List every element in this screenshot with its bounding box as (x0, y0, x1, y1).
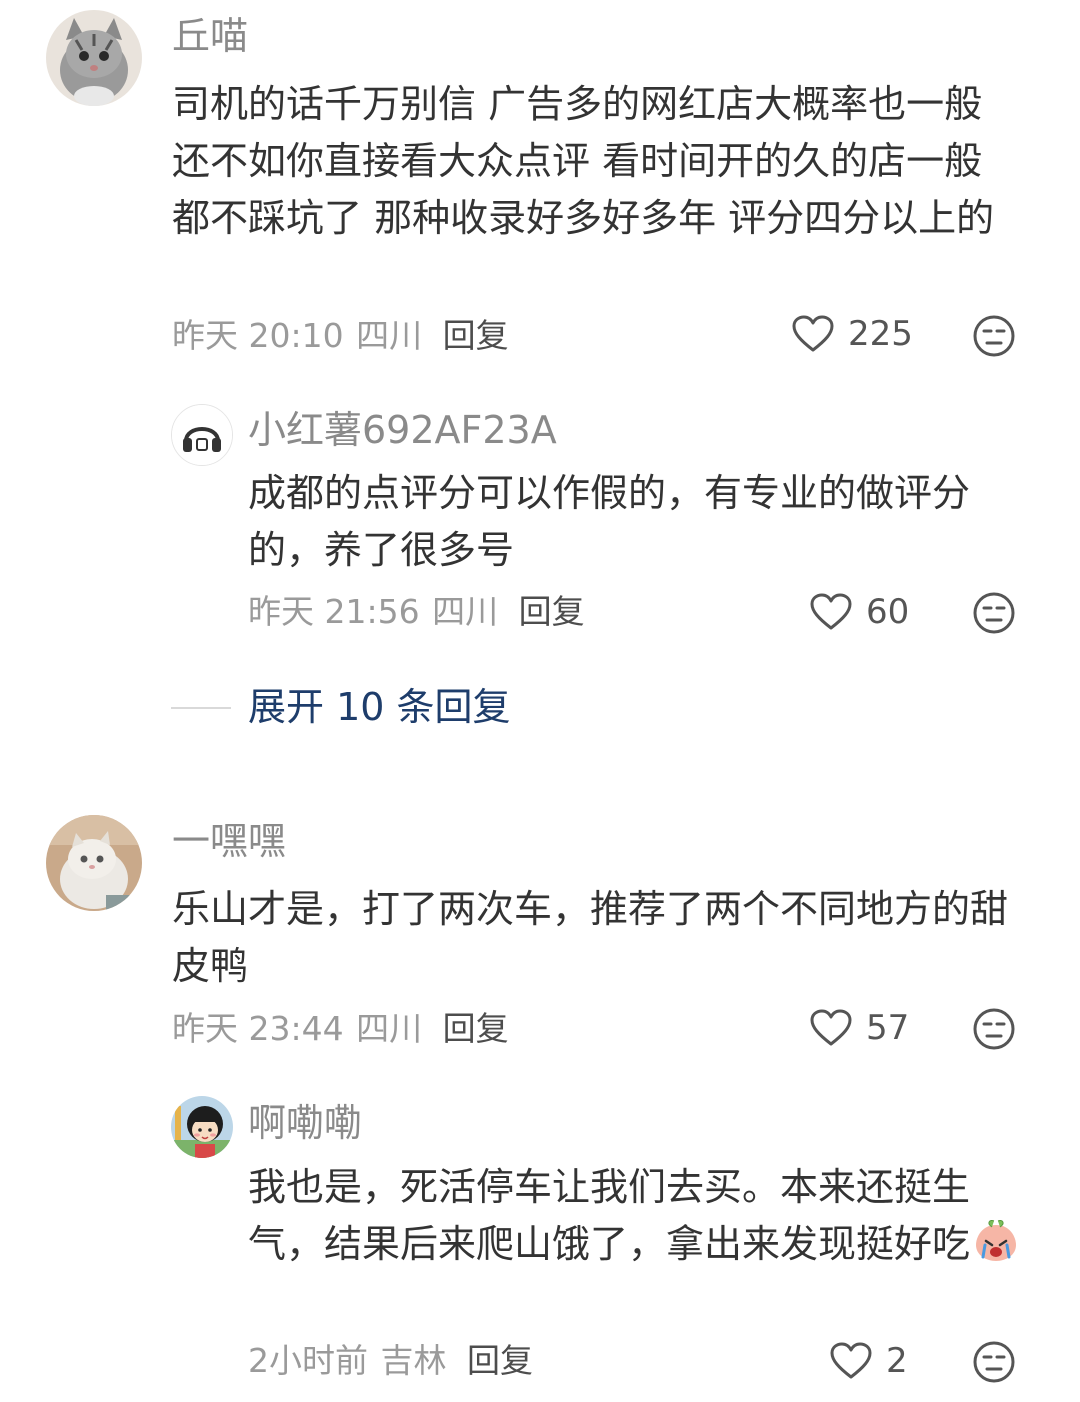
reply-text: 我也是，死活停车让我们去买。本来还挺生气，结果后来爬山饿了，拿出来发现挺好吃 (248, 1159, 1020, 1273)
reply-time: 昨天 21:56 (248, 592, 420, 631)
expand-replies-button[interactable]: 展开 10 条回复 (0, 685, 1080, 729)
user-avatar[interactable] (46, 815, 142, 911)
like-button[interactable]: 57 (810, 1008, 909, 1048)
reply-text-content: 我也是，死活停车让我们去买。本来还挺生气，结果后来爬山饿了，拿出来发现挺好吃 (248, 1165, 971, 1266)
comment-text: 乐山才是，打了两次车，推荐了两个不同地方的甜皮鸭 (172, 887, 1009, 988)
reply-time: 2小时前 (248, 1341, 368, 1380)
comment-time: 昨天 20:10 (172, 316, 344, 355)
like-button[interactable]: 60 (810, 592, 909, 632)
reply-meta: 2小时前 吉林 回复 (248, 1341, 535, 1381)
comment-text: 司机的话千万别信 广告多的网红店大概率也一般 还不如你直接看大众点评 看时间开的… (172, 82, 995, 240)
user-avatar[interactable] (171, 404, 233, 466)
like-count: 60 (866, 592, 910, 632)
like-count: 225 (848, 314, 913, 354)
gray-tabby-cat-avatar (46, 10, 142, 106)
dislike-face-icon[interactable] (972, 591, 1016, 635)
heart-icon (830, 1342, 872, 1379)
reply-location: 吉林 (380, 1341, 447, 1380)
reply-location: 四川 (432, 592, 499, 631)
reply-button[interactable]: 回复 (443, 316, 509, 355)
reply-button[interactable]: 回复 (443, 1009, 509, 1048)
comment-meta: 昨天 23:44 四川 回复 (172, 1009, 511, 1049)
comment-meta: 昨天 20:10 四川 回复 (172, 316, 511, 356)
comment-thread: 丘喵 司机的话千万别信 广告多的网红店大概率也一般 还不如你直接看大众点评 看时… (0, 0, 1080, 1402)
heart-icon (810, 593, 852, 630)
comment-username[interactable]: 丘喵 (172, 14, 248, 58)
user-avatar[interactable] (171, 1096, 233, 1158)
like-button[interactable]: 2 (830, 1341, 908, 1381)
dislike-face-icon[interactable] (972, 1340, 1016, 1384)
like-count: 2 (886, 1341, 908, 1381)
comment-username[interactable]: 一嘿嘿 (172, 819, 286, 863)
like-button[interactable]: 225 (792, 314, 913, 354)
heart-icon (810, 1009, 852, 1046)
reply-button[interactable]: 回复 (519, 592, 585, 631)
comment-location: 四川 (356, 316, 423, 355)
cartoon-girl-avatar (171, 1096, 233, 1158)
reply-button[interactable]: 回复 (467, 1341, 533, 1380)
reply-text: 成都的点评分可以作假的，有专业的做评分的，养了很多号 (248, 471, 971, 572)
reply-username[interactable]: 啊嘞嘞 (248, 1101, 362, 1145)
divider-line (171, 707, 231, 709)
reply-username[interactable]: 小红薯692AF23A (248, 408, 557, 452)
headphones-avatar (172, 405, 232, 465)
reply-meta: 昨天 21:56 四川 回复 (248, 592, 587, 632)
heart-icon (792, 315, 834, 352)
like-count: 57 (866, 1008, 910, 1048)
user-avatar[interactable] (46, 10, 142, 106)
dislike-face-icon[interactable] (972, 1007, 1016, 1051)
comment-location: 四川 (356, 1009, 423, 1048)
expand-replies-label[interactable]: 展开 10 条回复 (248, 685, 511, 729)
crying-peach-emoji (976, 1220, 1017, 1261)
dislike-face-icon[interactable] (972, 314, 1016, 358)
white-persian-cat-avatar (46, 815, 142, 911)
comment-time: 昨天 23:44 (172, 1009, 344, 1048)
